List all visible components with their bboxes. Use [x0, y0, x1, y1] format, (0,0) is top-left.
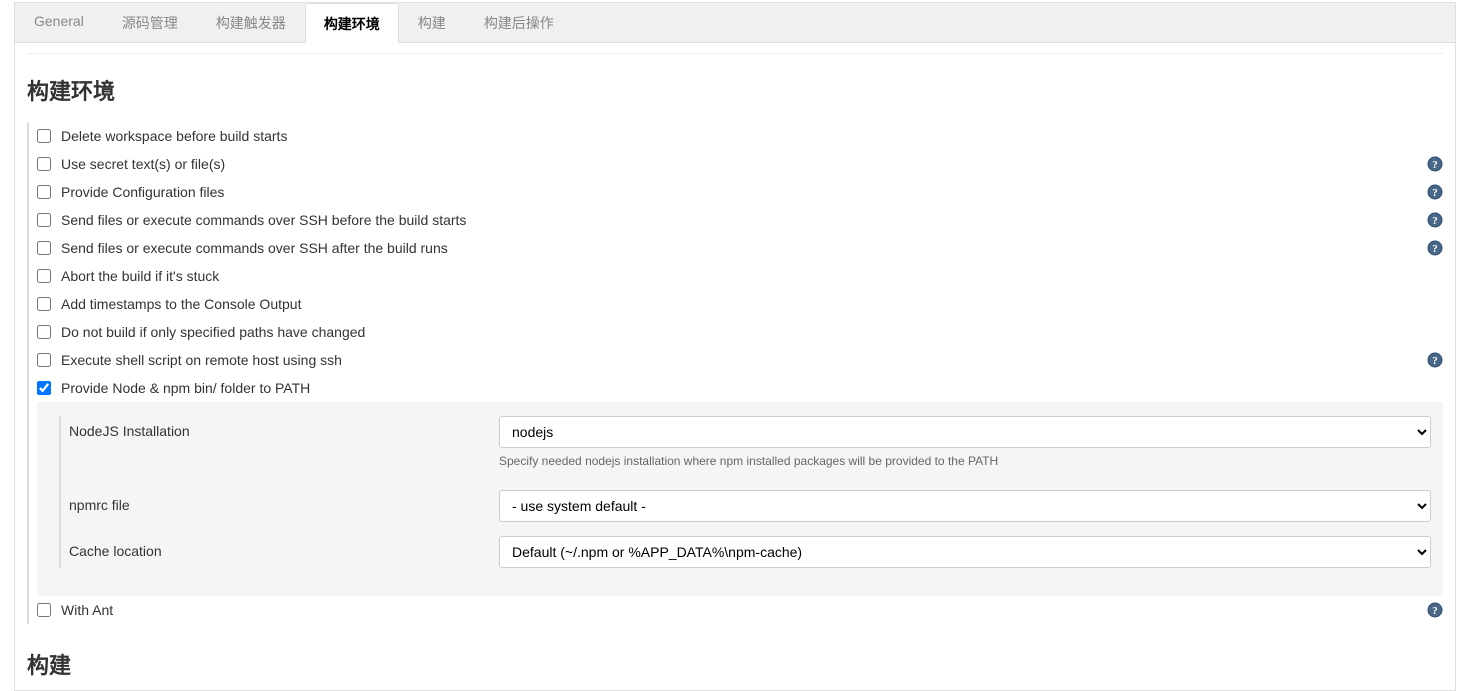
tab-post-build[interactable]: 构建后操作: [465, 3, 573, 42]
tab-build[interactable]: 构建: [399, 3, 465, 42]
label-delete-workspace[interactable]: Delete workspace before build starts: [61, 128, 287, 144]
tab-triggers[interactable]: 构建触发器: [197, 3, 305, 42]
select-npmrc[interactable]: - use system default -: [499, 490, 1431, 522]
label-with-ant[interactable]: With Ant: [61, 602, 113, 618]
row-provide-node: Provide Node & npm bin/ folder to PATH: [37, 374, 1443, 402]
label-ssh-before[interactable]: Send files or execute commands over SSH …: [61, 212, 466, 228]
section-title-build-env: 构建环境: [27, 74, 1443, 106]
select-cache-location[interactable]: Default (~/.npm or %APP_DATA%\npm-cache): [499, 536, 1431, 568]
checkbox-add-timestamps[interactable]: [37, 297, 51, 311]
label-provide-node[interactable]: Provide Node & npm bin/ folder to PATH: [61, 380, 310, 396]
checkbox-use-secret[interactable]: [37, 157, 51, 171]
checkbox-provide-node[interactable]: [37, 381, 51, 395]
checkbox-do-not-build[interactable]: [37, 325, 51, 339]
row-ssh-before: Send files or execute commands over SSH …: [37, 206, 1443, 234]
checkbox-with-ant[interactable]: [37, 603, 51, 617]
label-ssh-after[interactable]: Send files or execute commands over SSH …: [61, 240, 448, 256]
label-execute-shell-ssh[interactable]: Execute shell script on remote host usin…: [61, 352, 342, 368]
help-icon[interactable]: ?: [1427, 212, 1443, 228]
label-use-secret[interactable]: Use secret text(s) or file(s): [61, 156, 225, 172]
row-with-ant: With Ant ?: [37, 596, 1443, 624]
checkbox-abort-stuck[interactable]: [37, 269, 51, 283]
checkbox-execute-shell-ssh[interactable]: [37, 353, 51, 367]
checkbox-provide-config[interactable]: [37, 185, 51, 199]
section-title-build: 构建: [27, 648, 1443, 680]
help-icon[interactable]: ?: [1427, 602, 1443, 618]
row-do-not-build: Do not build if only specified paths hav…: [37, 318, 1443, 346]
svg-text:?: ?: [1432, 605, 1438, 617]
help-text-nodejs: Specify needed nodejs installation where…: [499, 454, 1431, 468]
control-cache-location: Default (~/.npm or %APP_DATA%\npm-cache): [499, 536, 1431, 568]
label-add-timestamps[interactable]: Add timestamps to the Console Output: [61, 296, 301, 312]
label-nodejs-install: NodeJS Installation: [69, 416, 499, 439]
inner-content: 构建环境 Delete workspace before build start…: [27, 53, 1443, 680]
help-icon[interactable]: ?: [1427, 156, 1443, 172]
node-panel-inner: NodeJS Installation nodejs Specify neede…: [59, 416, 1431, 568]
svg-text:?: ?: [1432, 215, 1438, 227]
row-nodejs-install: NodeJS Installation nodejs Specify neede…: [69, 416, 1431, 482]
help-icon[interactable]: ?: [1427, 184, 1443, 200]
control-npmrc: - use system default -: [499, 490, 1431, 522]
label-do-not-build[interactable]: Do not build if only specified paths hav…: [61, 324, 365, 340]
help-icon[interactable]: ?: [1427, 352, 1443, 368]
tab-build-env[interactable]: 构建环境: [305, 3, 399, 43]
control-nodejs-install: nodejs Specify needed nodejs installatio…: [499, 416, 1431, 482]
svg-text:?: ?: [1432, 355, 1438, 367]
row-abort-stuck: Abort the build if it's stuck: [37, 262, 1443, 290]
content-area: 构建环境 Delete workspace before build start…: [15, 43, 1455, 690]
help-icon[interactable]: ?: [1427, 240, 1443, 256]
svg-text:?: ?: [1432, 187, 1438, 199]
checkbox-delete-workspace[interactable]: [37, 129, 51, 143]
tab-general[interactable]: General: [15, 3, 103, 42]
build-env-section: Delete workspace before build starts Use…: [27, 122, 1443, 624]
tab-scm[interactable]: 源码管理: [103, 3, 197, 42]
row-ssh-after: Send files or execute commands over SSH …: [37, 234, 1443, 262]
label-provide-config[interactable]: Provide Configuration files: [61, 184, 224, 200]
row-provide-config: Provide Configuration files ?: [37, 178, 1443, 206]
svg-text:?: ?: [1432, 243, 1438, 255]
config-container: General 源码管理 构建触发器 构建环境 构建 构建后操作 构建环境 De…: [14, 2, 1456, 691]
svg-text:?: ?: [1432, 159, 1438, 171]
row-npmrc: npmrc file - use system default -: [69, 490, 1431, 522]
row-execute-shell-ssh: Execute shell script on remote host usin…: [37, 346, 1443, 374]
label-abort-stuck[interactable]: Abort the build if it's stuck: [61, 268, 219, 284]
row-cache-location: Cache location Default (~/.npm or %APP_D…: [69, 536, 1431, 568]
node-config-panel: NodeJS Installation nodejs Specify neede…: [37, 402, 1443, 596]
row-add-timestamps: Add timestamps to the Console Output: [37, 290, 1443, 318]
checkbox-ssh-before[interactable]: [37, 213, 51, 227]
label-cache-location: Cache location: [69, 536, 499, 559]
row-use-secret: Use secret text(s) or file(s) ?: [37, 150, 1443, 178]
label-npmrc: npmrc file: [69, 490, 499, 513]
select-nodejs-install[interactable]: nodejs: [499, 416, 1431, 448]
tabs-bar: General 源码管理 构建触发器 构建环境 构建 构建后操作: [15, 3, 1455, 43]
checkbox-ssh-after[interactable]: [37, 241, 51, 255]
row-delete-workspace: Delete workspace before build starts: [37, 122, 1443, 150]
